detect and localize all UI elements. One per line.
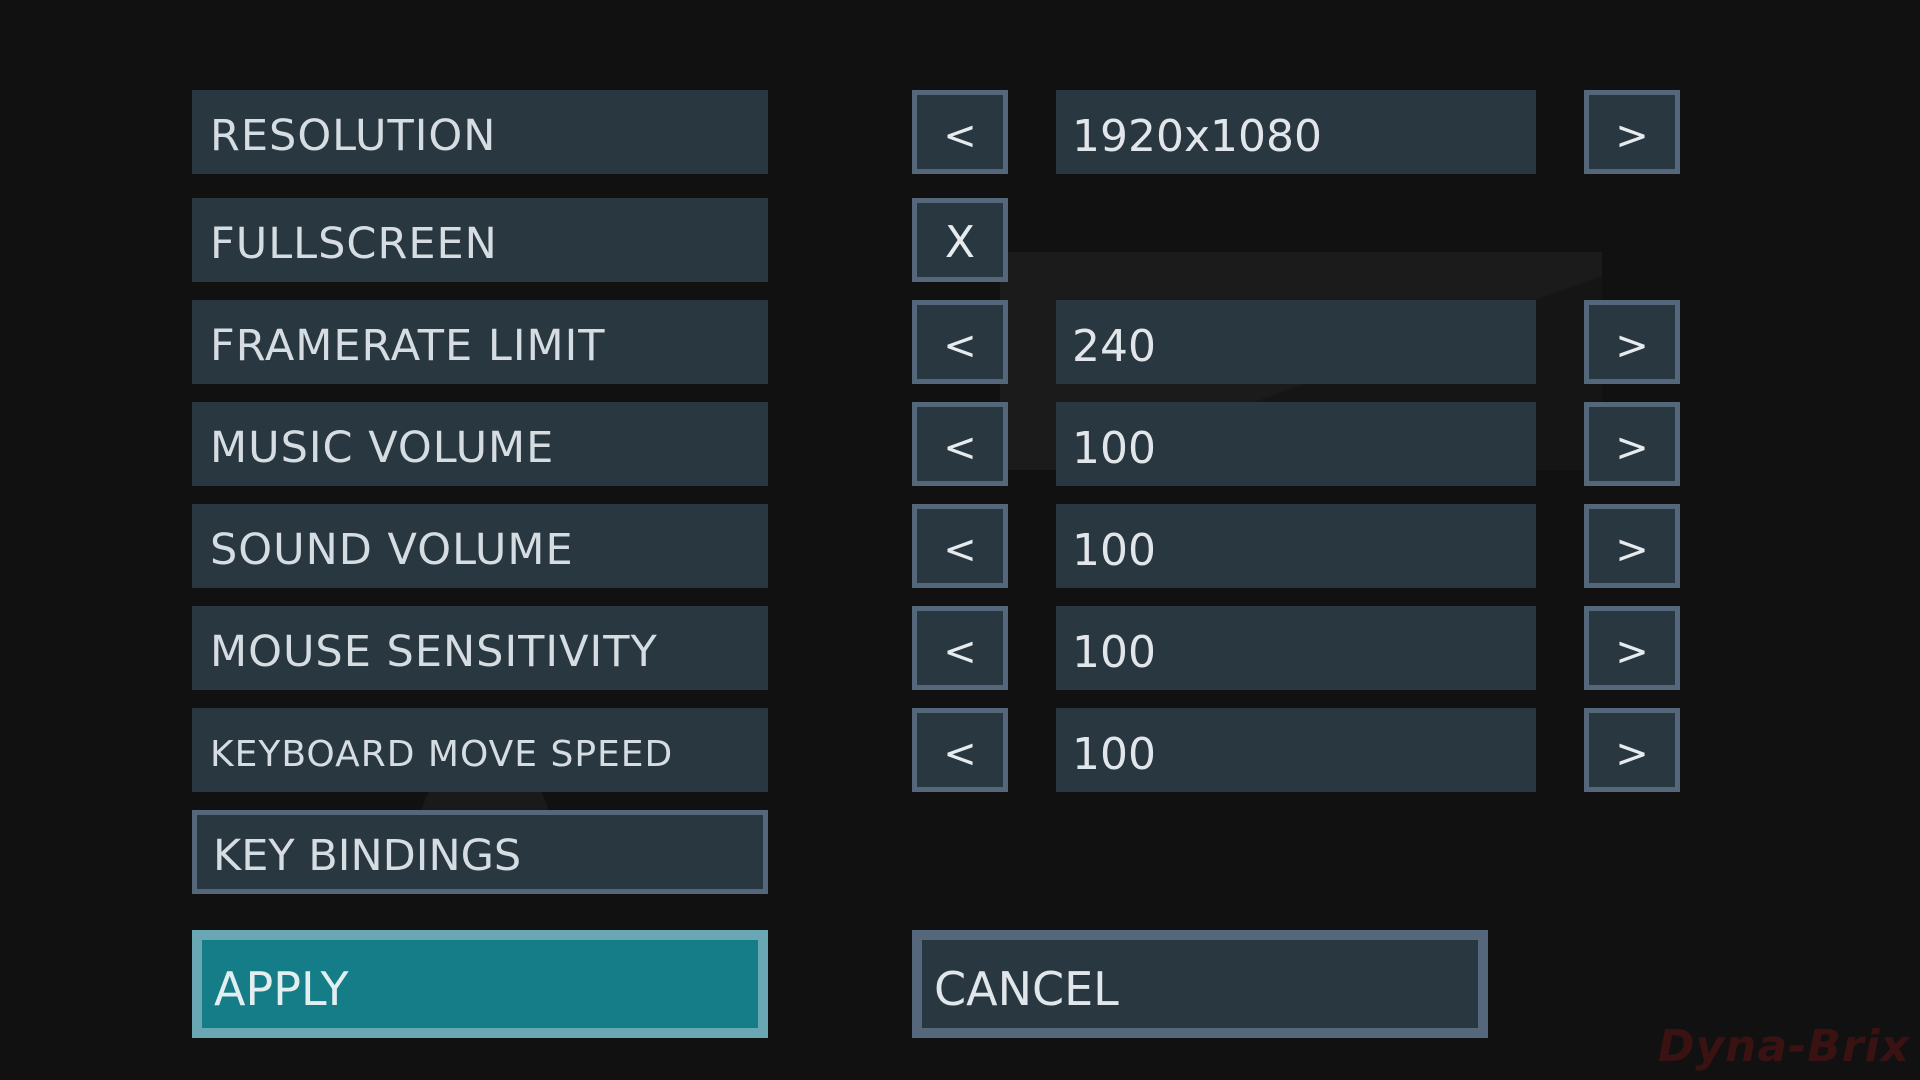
fullscreen-checkbox[interactable]: X [912,198,1008,282]
resolution-label: RESOLUTION [192,90,768,174]
music-volume-label: MUSIC VOLUME [192,402,768,486]
watermark-logo: Dyna-Brix [1657,1021,1910,1072]
keyboard-move-speed-next-button[interactable]: > [1584,708,1680,792]
music-volume-value: 100 [1056,402,1536,486]
keyboard-move-speed-label: KEYBOARD MOVE SPEED [192,708,768,792]
keyboard-move-speed-value: 100 [1056,708,1536,792]
resolution-next-button[interactable]: > [1584,90,1680,174]
mouse-sensitivity-value: 100 [1056,606,1536,690]
framerate-limit-label: FRAMERATE LIMIT [192,300,768,384]
fullscreen-label: FULLSCREEN [192,198,768,282]
framerate-limit-prev-button[interactable]: < [912,300,1008,384]
apply-button[interactable]: APPLY [192,930,768,1038]
mouse-sensitivity-prev-button[interactable]: < [912,606,1008,690]
keyboard-move-speed-prev-button[interactable]: < [912,708,1008,792]
framerate-limit-next-button[interactable]: > [1584,300,1680,384]
cancel-button[interactable]: CANCEL [912,930,1488,1038]
sound-volume-label: SOUND VOLUME [192,504,768,588]
key-bindings-button[interactable]: KEY BINDINGS [192,810,768,894]
music-volume-next-button[interactable]: > [1584,402,1680,486]
music-volume-prev-button[interactable]: < [912,402,1008,486]
mouse-sensitivity-next-button[interactable]: > [1584,606,1680,690]
mouse-sensitivity-label: MOUSE SENSITIVITY [192,606,768,690]
sound-volume-value: 100 [1056,504,1536,588]
resolution-prev-button[interactable]: < [912,90,1008,174]
sound-volume-prev-button[interactable]: < [912,504,1008,588]
sound-volume-next-button[interactable]: > [1584,504,1680,588]
resolution-value: 1920x1080 [1056,90,1536,174]
settings-screen: RESOLUTION < 1920x1080 > FULLSCREEN X FR… [0,0,1920,1080]
framerate-limit-value: 240 [1056,300,1536,384]
